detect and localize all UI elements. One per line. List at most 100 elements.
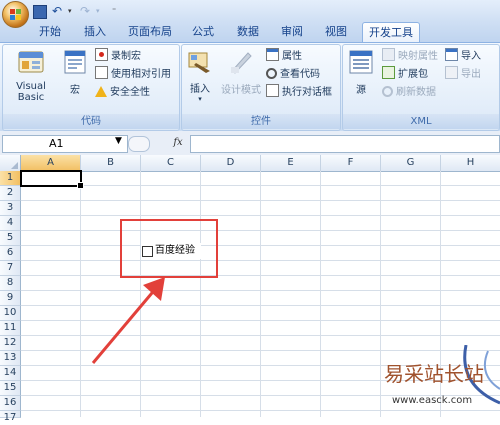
view-code-button[interactable]: 查看代码 [266,66,320,83]
save-icon[interactable] [33,5,47,19]
macro-security-button[interactable]: 安全全性 [95,84,150,101]
relative-references-label: 使用相对引用 [111,69,171,80]
row-header-11[interactable]: 11 [0,321,21,336]
tab-developer[interactable]: 开发工具 [362,22,420,43]
row-header-8[interactable]: 8 [0,276,21,291]
insert-controls-icon [188,52,210,73]
tab-page-layout[interactable]: 页面布局 [122,22,178,42]
row-header-1[interactable]: 1 [0,171,21,186]
office-button[interactable] [2,1,29,28]
expansion-packs-button[interactable]: 扩展包 [382,66,428,83]
tab-review[interactable]: 审阅 [275,22,309,42]
macros-label: 宏 [70,85,80,96]
visual-basic-icon [18,51,44,73]
tab-formulas[interactable]: 公式 [186,22,220,42]
map-properties-button[interactable]: 映射属性 [382,48,438,65]
code-group-label: 代码 [3,114,179,129]
insert-control-button[interactable]: 插入 ▾ [184,49,216,109]
column-header-c[interactable]: C [141,155,201,171]
name-box-dropdown-icon[interactable]: ▼ [115,136,122,146]
row-header-5[interactable]: 5 [0,231,21,246]
column-header-a[interactable]: A [21,155,81,171]
properties-button[interactable]: 属性 [266,48,302,65]
tab-view[interactable]: 视图 [319,22,353,42]
row-header-15[interactable]: 15 [0,381,21,396]
fill-handle[interactable] [77,182,84,189]
warning-icon [95,86,107,97]
select-all-corner[interactable] [0,155,21,171]
macros-button[interactable]: 宏 [62,49,88,101]
insert-dropdown-icon: ▾ [198,95,202,103]
refresh-icon [382,86,393,97]
macros-icon [64,50,86,74]
controls-group-label: 控件 [182,114,340,129]
row-header-7[interactable]: 7 [0,261,21,276]
refresh-data-button[interactable]: 刷新数据 [382,84,436,101]
record-macro-button[interactable]: 录制宏 [95,48,141,65]
row-header-13[interactable]: 13 [0,351,21,366]
tab-insert[interactable]: 插入 [78,22,112,42]
xml-source-button[interactable]: 源 [345,49,377,101]
row-header-6[interactable]: 6 [0,246,21,261]
active-cell-a1[interactable] [20,170,84,189]
visual-basic-button[interactable]: Visual Basic [2,49,60,103]
grid-line [21,245,500,246]
import-icon [445,48,458,61]
import-button[interactable]: 导入 [445,48,481,65]
qat-customize-icon[interactable]: ⁼ [112,5,120,17]
row-header-9[interactable]: 9 [0,291,21,306]
map-properties-icon [382,48,395,61]
row-header-12[interactable]: 12 [0,336,21,351]
insert-function-icon[interactable]: fx [168,135,188,151]
properties-label: 属性 [282,51,302,62]
design-mode-label: 设计模式 [221,85,261,96]
tab-data[interactable]: 数据 [231,22,265,42]
expansion-packs-icon [382,66,395,79]
refresh-data-label: 刷新数据 [396,87,436,98]
expansion-packs-label: 扩展包 [398,69,428,80]
row-header-16[interactable]: 16 [0,396,21,411]
import-label: 导入 [461,51,481,62]
run-dialog-label: 执行对话框 [282,87,332,98]
export-button[interactable]: 导出 [445,66,481,83]
tab-home[interactable]: 开始 [33,22,67,42]
undo-dropdown-icon[interactable]: ▾ [68,5,74,17]
annotation-arrow [91,277,165,364]
column-header-g[interactable]: G [381,155,441,171]
xml-source-icon [349,50,373,74]
row-header-14[interactable]: 14 [0,366,21,381]
relative-references-button[interactable]: 使用相对引用 [95,66,171,83]
redo-dropdown-icon[interactable]: ▾ [96,5,102,17]
macro-security-label: 安全全性 [110,87,150,98]
grid-line [21,200,500,201]
name-box-value: A1 [49,137,64,150]
name-box[interactable]: A1 ▼ [2,135,128,153]
design-mode-button[interactable]: 设计模式 [219,49,263,101]
row-header-10[interactable]: 10 [0,306,21,321]
grid-line [21,215,500,216]
title-bar [0,0,500,22]
watermark-url: www.easck.com [392,395,473,406]
redo-icon[interactable]: ↷ [80,5,94,17]
row-header-3[interactable]: 3 [0,201,21,216]
view-code-label: 查看代码 [280,69,320,80]
formula-bar-splitter[interactable] [128,136,150,152]
run-dialog-button[interactable]: 执行对话框 [266,84,332,101]
column-header-f[interactable]: F [321,155,381,171]
row-header-2[interactable]: 2 [0,186,21,201]
formula-input[interactable] [190,135,500,153]
xml-source-label: 源 [356,85,366,96]
column-header-b[interactable]: B [81,155,141,171]
row-header-4[interactable]: 4 [0,216,21,231]
relative-references-icon [95,66,108,79]
design-mode-icon [231,52,252,74]
view-code-icon [266,68,277,79]
arrow-shaft [91,286,159,364]
undo-icon[interactable]: ↶ [52,5,66,17]
column-header-e[interactable]: E [261,155,321,171]
export-icon [445,66,458,79]
export-label: 导出 [461,69,481,80]
column-header-h[interactable]: H [441,155,500,171]
column-header-d[interactable]: D [201,155,261,171]
map-properties-label: 映射属性 [398,51,438,62]
